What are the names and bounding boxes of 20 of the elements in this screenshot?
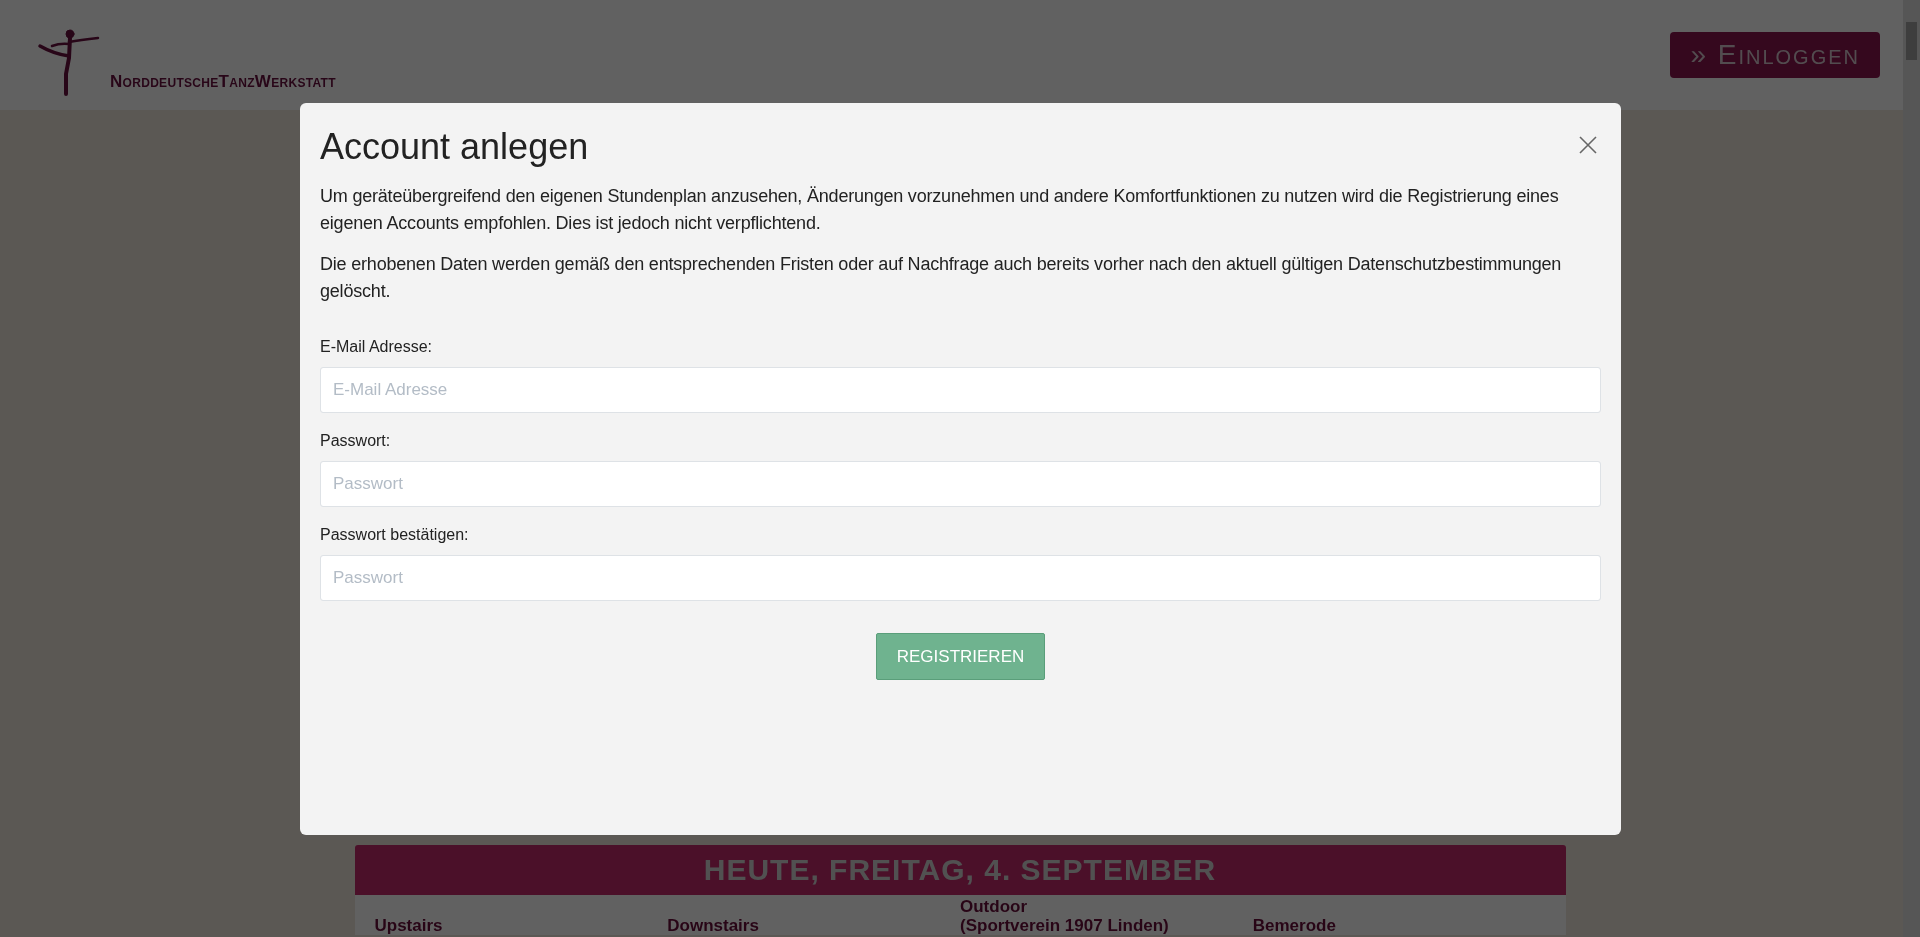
logo-text: NorddeutscheTanzWerkstatt	[110, 70, 336, 93]
column-heading: Bemerode	[1252, 916, 1336, 935]
input-field[interactable]: Passwort	[320, 460, 1601, 507]
scrollbar-thumb[interactable]	[1906, 22, 1917, 60]
field-label: Passwort:	[320, 430, 392, 451]
column-heading: Upstairs	[374, 916, 443, 935]
register-button[interactable]: REGISTRIEREN	[875, 632, 1046, 681]
column-heading: Downstairs	[667, 916, 759, 935]
input-field[interactable]: E-Mail Adresse	[320, 366, 1601, 413]
dialog-paragraph: Um geräteübergreifend den eigenen Stundenplan anzusehen, Änderungen vorzunehmen und andere Komfortfunktionen zu nutzen wird die Registrierung eines eigenen Accounts empfohlen. Dies ist jedoch nicht verpflichtend.	[320, 184, 1560, 235]
date-heading: HEUTE, FREITAG, 4. SEPTEMBER	[354, 845, 1566, 895]
scrollbar[interactable]	[1903, 0, 1920, 937]
field-label: E-Mail Adresse:	[320, 336, 434, 357]
login-button[interactable]: » Einloggen	[1670, 32, 1880, 78]
input-field[interactable]: Passwort	[320, 554, 1601, 601]
dialog-title: Account anlegen	[320, 127, 589, 167]
close-icon	[1579, 136, 1597, 155]
column-heading: Outdoor (Sportverein 1907 Linden)	[960, 897, 1169, 935]
field-label: Passwort bestätigen:	[320, 524, 470, 545]
dialog-paragraph: Die erhobenen Daten werden gemäß den entsprechenden Fristen oder auf Nachfrage auch bereits vorher nach den aktuell gültigen Datenschutzbestimmungen gelöscht.	[320, 252, 1563, 303]
